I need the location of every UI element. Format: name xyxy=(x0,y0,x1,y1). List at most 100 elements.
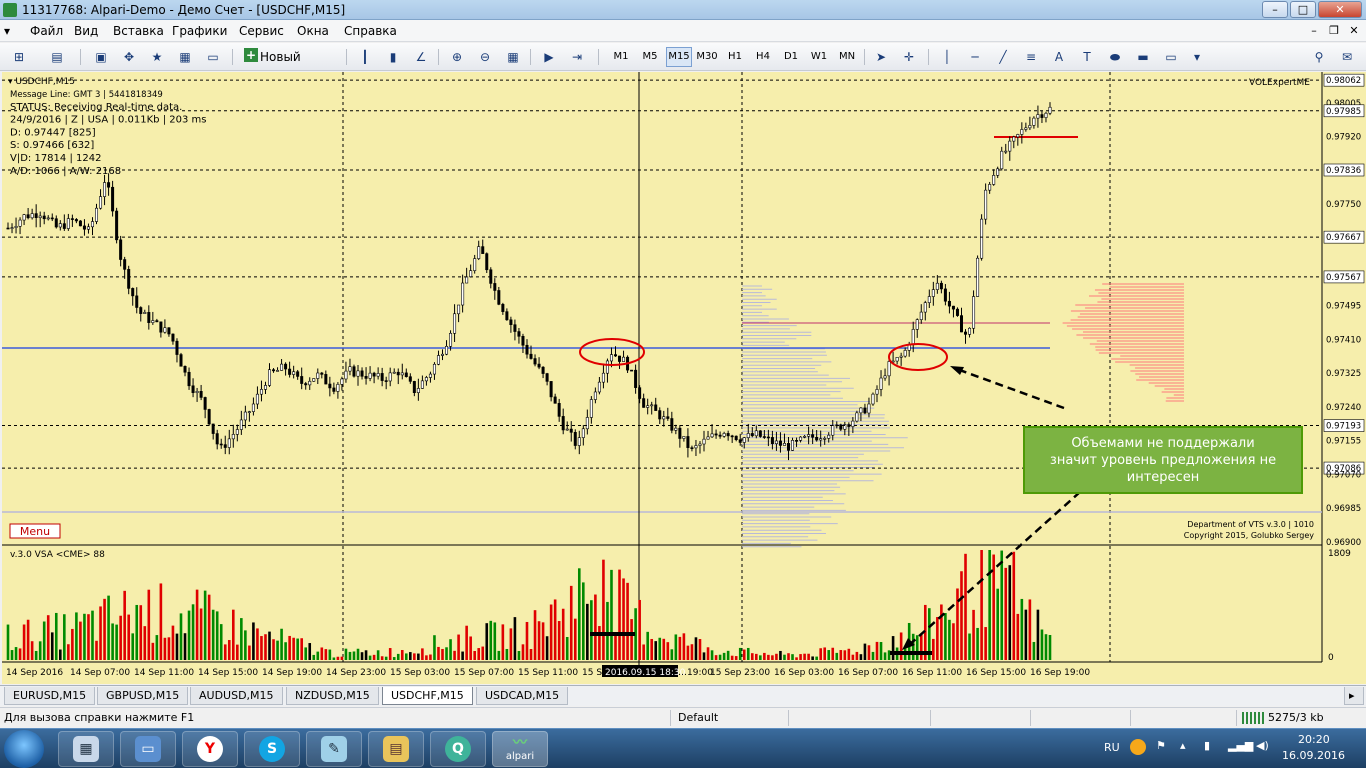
taskbar-computer[interactable]: ▭ xyxy=(120,731,176,767)
tray-flag-icon[interactable]: ⚑ xyxy=(1156,739,1166,752)
time-axis-tick: 15 Sep 07:00 xyxy=(454,668,514,678)
mdi-close-button[interactable]: ✕ xyxy=(1346,23,1362,39)
mdi-restore-button[interactable]: ❐ xyxy=(1326,23,1342,39)
candlestick-icon[interactable]: ▮ xyxy=(382,47,404,67)
candle-body xyxy=(613,354,617,357)
line-chart-icon[interactable]: ∠ xyxy=(410,47,432,67)
zoom-in-icon[interactable]: ⊕ xyxy=(446,47,468,67)
timeframe-d1[interactable]: D1 xyxy=(778,47,804,67)
volume-bar xyxy=(368,655,372,660)
taskbar-explorer[interactable]: ▤ xyxy=(368,731,424,767)
clock-time[interactable]: 20:20 xyxy=(1298,733,1330,746)
more-tools-icon[interactable]: ▾ xyxy=(1186,47,1208,67)
menu-view[interactable]: Вид xyxy=(74,24,98,38)
timeframe-h4[interactable]: H4 xyxy=(750,47,776,67)
chart-window-menu-icon[interactable]: ▾ xyxy=(4,24,10,38)
clock-date[interactable]: 16.09.2016 xyxy=(1282,749,1345,762)
volume-bar xyxy=(260,636,263,660)
menu-tools[interactable]: Сервис xyxy=(239,24,284,38)
timeframe-mn[interactable]: MN xyxy=(834,47,860,67)
timeframe-m15[interactable]: M15 xyxy=(666,47,692,67)
chart-window[interactable]: 0.98062 0.98005 0.97985 0.97920 0.97836 0.977… xyxy=(2,72,1366,684)
volume-icon[interactable]: ◀) xyxy=(1256,739,1269,752)
start-button[interactable] xyxy=(4,730,44,768)
network-icon[interactable]: ▂▄▆ xyxy=(1228,739,1253,752)
navigator-icon[interactable]: ✥ xyxy=(118,47,140,67)
rectangle-tool-icon[interactable]: ▬ xyxy=(1132,47,1154,67)
candle-body xyxy=(541,366,545,374)
volume-bar xyxy=(714,655,718,660)
taskbar-alpari[interactable]: 〰 alpari xyxy=(492,731,548,767)
ellipse-tool-icon[interactable]: ⬬ xyxy=(1104,47,1126,67)
trendline-icon[interactable]: ╱ xyxy=(992,47,1014,67)
tile-windows-icon[interactable]: ▦ xyxy=(502,47,524,67)
tab-usdchf[interactable]: USDCHF,M15 xyxy=(382,687,473,705)
candle-body xyxy=(678,427,682,439)
taskbar-qip[interactable]: Q xyxy=(430,731,486,767)
autoscroll-icon[interactable]: ▶ xyxy=(538,47,560,67)
taskbar-notepad[interactable]: ✎ xyxy=(306,731,362,767)
zoom-out-icon[interactable]: ⊖ xyxy=(474,47,496,67)
label-tool-icon[interactable]: T xyxy=(1076,47,1098,67)
menu-window[interactable]: Окна xyxy=(297,24,329,38)
connection-bars-icon[interactable] xyxy=(1242,712,1264,724)
tab-gbpusd[interactable]: GBPUSD,M15 xyxy=(97,687,189,705)
tab-usdcad[interactable]: USDCAD,M15 xyxy=(476,687,569,705)
terminal-icon[interactable]: ▭ xyxy=(202,47,224,67)
search-icon[interactable]: ⚲ xyxy=(1308,47,1330,67)
minimize-button[interactable]: – xyxy=(1262,1,1288,18)
indicator-menu-button[interactable]: Menu xyxy=(20,525,50,538)
crosshair-icon[interactable]: ✛ xyxy=(898,47,920,67)
strategy-tester-icon[interactable]: ▦ xyxy=(174,47,196,67)
tray-app-icon[interactable] xyxy=(1130,739,1146,755)
market-watch-icon[interactable]: ▣ xyxy=(90,47,112,67)
timeframe-m30[interactable]: M30 xyxy=(694,47,720,67)
new-order-button[interactable]: Новый ордер xyxy=(240,47,340,84)
taskbar-alpari-label: alpari xyxy=(505,751,535,762)
taskbar-calculator[interactable]: ▦ xyxy=(58,731,114,767)
candle-body xyxy=(46,217,50,220)
tray-chevron-icon[interactable]: ▴ xyxy=(1180,739,1186,752)
volume-bar xyxy=(147,589,151,660)
candle-body xyxy=(943,288,947,302)
taskbar-skype[interactable]: S xyxy=(244,731,300,767)
candle-body xyxy=(746,433,750,438)
channel-icon[interactable]: ≡ xyxy=(1020,47,1042,67)
taskbar-yandex[interactable]: Y xyxy=(182,731,238,767)
tab-nzdusd[interactable]: NZDUSD,M15 xyxy=(286,687,379,705)
chart-canvas[interactable]: 0.980620.980050.979850.979200.978360.977… xyxy=(2,72,1366,684)
tray-device-icon[interactable]: ▮ xyxy=(1204,739,1210,752)
volume-bar xyxy=(453,650,456,660)
bar-chart-icon[interactable]: ┃ xyxy=(354,47,376,67)
mdi-minimize-button[interactable]: – xyxy=(1306,23,1322,39)
window-title-bar[interactable]: 11317768: Alpari-Demo - Демо Счет - [USD… xyxy=(0,0,1366,20)
profiles-icon[interactable]: ▤ xyxy=(46,47,68,67)
chat-icon[interactable]: ✉ xyxy=(1336,47,1358,67)
timeframe-m5[interactable]: M5 xyxy=(637,47,663,67)
volume-bar xyxy=(573,618,577,660)
volume-bar xyxy=(272,639,275,660)
close-button[interactable]: ✕ xyxy=(1318,1,1362,18)
horizontal-line-icon[interactable]: ─ xyxy=(964,47,986,67)
timeframe-w1[interactable]: W1 xyxy=(806,47,832,67)
menu-charts[interactable]: Графики xyxy=(172,24,227,38)
tab-eurusd[interactable]: EURUSD,M15 xyxy=(4,687,96,705)
text-tool-icon[interactable]: A xyxy=(1048,47,1070,67)
favorites-icon[interactable]: ★ xyxy=(146,47,168,67)
tab-audusd[interactable]: AUDUSD,M15 xyxy=(190,687,283,705)
timeframe-m1[interactable]: M1 xyxy=(608,47,634,67)
tabs-scroll-right-icon[interactable]: ▸ xyxy=(1344,687,1364,705)
arrow-tool-icon[interactable]: ▭ xyxy=(1160,47,1182,67)
menu-file[interactable]: Файл xyxy=(30,24,63,38)
language-indicator[interactable]: RU xyxy=(1104,741,1120,754)
new-chart-icon[interactable]: ⊞ xyxy=(8,47,30,67)
vertical-line-icon[interactable]: │ xyxy=(936,47,958,67)
timeframe-h1[interactable]: H1 xyxy=(722,47,748,67)
maximize-button[interactable]: □ xyxy=(1290,1,1316,18)
menu-insert[interactable]: Вставка xyxy=(113,24,164,38)
chart-shift-icon[interactable]: ⇥ xyxy=(566,47,588,67)
menu-help[interactable]: Справка xyxy=(344,24,397,38)
volume-bar xyxy=(598,626,601,660)
cursor-icon[interactable]: ➤ xyxy=(870,47,892,67)
candle-body xyxy=(66,218,70,229)
